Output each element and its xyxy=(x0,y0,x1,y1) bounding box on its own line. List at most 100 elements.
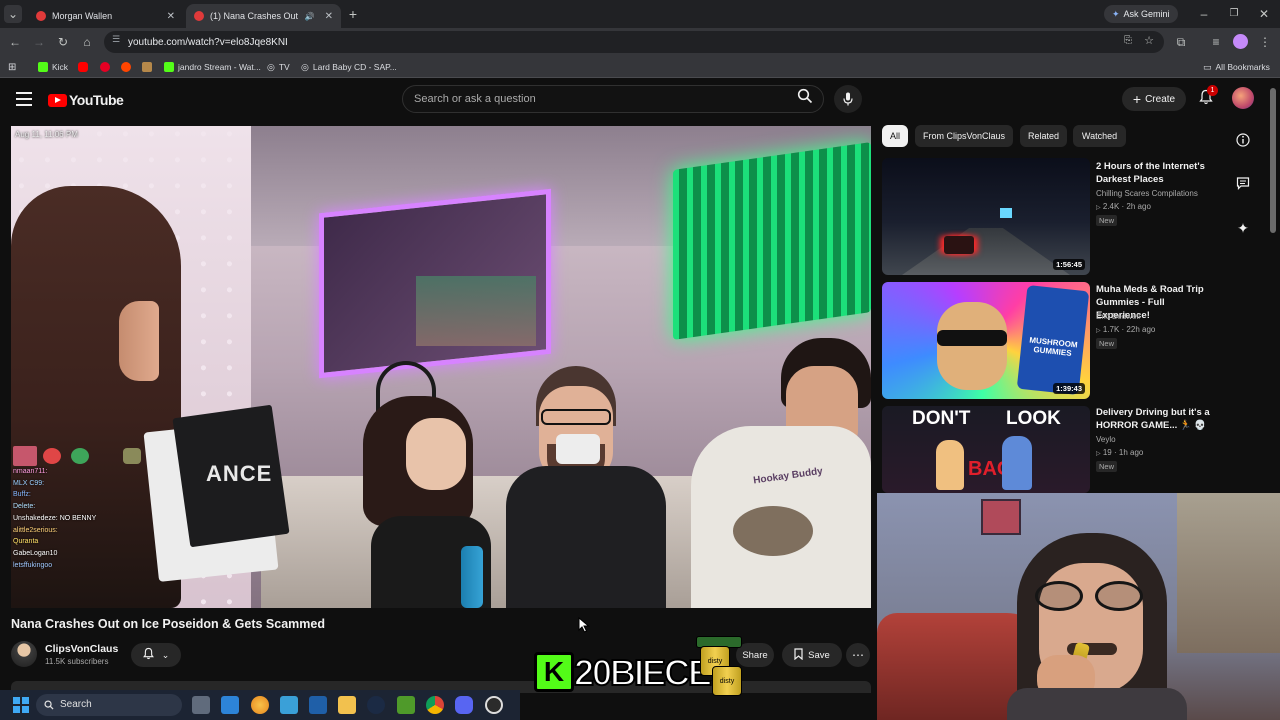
tab-nana-crashes[interactable]: (1) Nana Crashes Out on Ic 🔊 ✕ xyxy=(186,4,341,28)
sparkle-icon[interactable]: ✦ xyxy=(1234,219,1252,237)
account-avatar[interactable] xyxy=(1232,87,1254,109)
water-bottle xyxy=(461,546,483,608)
chip-watched[interactable]: Watched xyxy=(1073,125,1126,147)
youtube-logo[interactable]: YouTube xyxy=(48,92,124,108)
back-icon[interactable]: ← xyxy=(6,33,24,51)
speaker-icon[interactable]: 🔊 xyxy=(305,12,315,21)
video-player[interactable]: ANCE Hookay Buddy Aug 11, 11:06 PM nmaan… xyxy=(11,126,871,608)
browser-menu-icon[interactable]: ⋮ xyxy=(1256,33,1274,51)
all-bookmarks[interactable]: ▭ All Bookmarks xyxy=(1203,60,1270,74)
install-icon[interactable]: ⎘ xyxy=(1124,35,1132,46)
file-explorer-icon[interactable] xyxy=(338,696,356,714)
discord-icon[interactable] xyxy=(455,696,473,714)
recommendation-thumbnail[interactable]: DON'T LOOK BACK xyxy=(882,406,1090,493)
steam-icon[interactable] xyxy=(367,696,385,714)
search-icon[interactable] xyxy=(793,87,817,111)
bookmark-star-icon[interactable]: ☆ xyxy=(1144,34,1154,47)
recommendation-channel[interactable]: Chilling Scares Compilations xyxy=(1096,187,1198,200)
recommendation-thumbnail[interactable]: MUSHROOM GUMMIES 1:39:43 xyxy=(882,282,1090,399)
photos-icon[interactable] xyxy=(280,696,298,714)
chat-line: MLX C99: xyxy=(13,479,45,487)
thumbnail-person-face xyxy=(937,302,1007,390)
bookmark-kick[interactable]: Kick xyxy=(38,60,68,74)
play-count-icon: ▷ xyxy=(1096,205,1101,211)
bookmark-jandro[interactable]: jandro Stream - Wat... xyxy=(164,60,261,74)
chat-icon[interactable] xyxy=(1234,176,1252,194)
tab-morgan-wallen[interactable]: Morgan Wallen ✕ xyxy=(28,4,183,28)
road-sign xyxy=(1000,208,1012,218)
widgets-icon[interactable] xyxy=(221,696,239,714)
media-control-icon[interactable]: ≡ xyxy=(1207,33,1225,51)
bookmark-lard-baby[interactable]: ◎ Lard Baby CD - SAP... xyxy=(301,60,397,74)
edge-icon[interactable] xyxy=(251,696,269,714)
ask-gemini-label: Ask Gemini xyxy=(1123,9,1170,19)
thumbnail-figure-left xyxy=(936,440,964,490)
thumbnail-figure-right xyxy=(1002,436,1032,490)
microphone-icon[interactable] xyxy=(834,85,862,113)
recommendation-channel[interactable]: Veylo xyxy=(1096,433,1116,446)
globe-icon: ◎ xyxy=(301,61,309,72)
tab-list-chevron-icon[interactable]: ⌄ xyxy=(4,5,22,23)
person-foreground-face xyxy=(119,301,159,381)
restore-icon[interactable]: ❐ xyxy=(1225,5,1243,23)
more-actions-icon[interactable]: ⋯ xyxy=(846,643,870,667)
address-bar[interactable]: ☰ youtube.com/watch?v=elo8Jqe8KNI ⎘ ☆ xyxy=(104,31,1164,53)
close-tab-icon[interactable]: ✕ xyxy=(167,11,175,22)
forward-icon[interactable]: → xyxy=(30,33,48,51)
task-view-icon[interactable] xyxy=(192,696,210,714)
reload-icon[interactable]: ↻ xyxy=(54,33,72,51)
extensions-icon[interactable]: ⧉ xyxy=(1172,33,1190,51)
scrollbar[interactable] xyxy=(1270,88,1276,233)
site-info-icon[interactable]: ☰ xyxy=(112,34,120,45)
bookmark-tv[interactable]: ◎ TV xyxy=(267,60,290,74)
car-taillights xyxy=(944,236,974,254)
chat-line: GabeLogan10 xyxy=(13,549,58,557)
bookmark-reddit[interactable] xyxy=(121,60,131,74)
streamer-webcam-overlay xyxy=(877,493,1280,720)
subscription-bell-button[interactable]: ⌄ xyxy=(131,643,181,667)
recommendation-meta: ▷ 2.4K · 2h ago xyxy=(1096,200,1151,215)
window-close-icon[interactable]: ✕ xyxy=(1255,5,1273,23)
apps-icon[interactable]: ⊞ xyxy=(8,60,16,74)
chip-related[interactable]: Related xyxy=(1020,125,1067,147)
recommendation-thumbnail[interactable]: 1:56:45 xyxy=(882,158,1090,275)
recommendation-channel[interactable]: Eric Bedwell xyxy=(1096,310,1140,323)
ask-gemini-button[interactable]: ✦ Ask Gemini xyxy=(1104,5,1178,23)
chrome-icon[interactable] xyxy=(426,696,444,714)
create-button[interactable]: + Create xyxy=(1122,87,1186,111)
new-tab-icon[interactable]: + xyxy=(344,5,362,23)
chat-line: Quranta xyxy=(13,538,39,546)
bookmark-image[interactable] xyxy=(142,60,152,74)
overlay-timestamp: Aug 11, 11:06 PM xyxy=(15,130,78,139)
thumbnail-text-look: LOOK xyxy=(1006,408,1061,429)
minecraft-icon[interactable] xyxy=(397,696,415,714)
taskbar-search[interactable]: Search xyxy=(36,694,182,716)
recommendation-title[interactable]: 2 Hours of the Internet's Darkest Places xyxy=(1096,160,1221,186)
bookmark-pinterest[interactable] xyxy=(100,60,110,74)
kick-logo-icon: K xyxy=(534,652,574,692)
chip-all[interactable]: All xyxy=(882,125,908,147)
person-glasses-frames xyxy=(541,409,611,425)
recommendation-title[interactable]: Delivery Driving but it's a HORROR GAME.… xyxy=(1096,406,1221,432)
dashcam-road xyxy=(902,228,1070,275)
channel-avatar[interactable] xyxy=(11,641,37,667)
windows-start-icon[interactable] xyxy=(13,697,29,713)
bookmark-youtube[interactable] xyxy=(78,60,88,74)
hamburger-menu-icon[interactable] xyxy=(16,92,32,106)
save-button[interactable]: Save xyxy=(782,643,842,667)
minimize-icon[interactable]: – xyxy=(1195,5,1213,23)
info-icon[interactable] xyxy=(1234,133,1252,151)
bookmark-label: Lard Baby CD - SAP... xyxy=(312,62,397,72)
notifications-bell-icon[interactable]: 1 xyxy=(1196,85,1218,109)
youtube-logo-text: YouTube xyxy=(69,92,124,108)
profile-avatar[interactable] xyxy=(1233,34,1248,49)
chip-from-channel[interactable]: From ClipsVonClaus xyxy=(915,125,1013,147)
globe-icon: ◎ xyxy=(267,61,275,72)
shirt-graphic xyxy=(733,506,813,556)
calculator-icon[interactable] xyxy=(309,696,327,714)
obs-icon[interactable] xyxy=(485,696,503,714)
home-icon[interactable]: ⌂ xyxy=(78,33,96,51)
channel-name[interactable]: ClipsVonClaus xyxy=(45,643,118,655)
search-input[interactable]: Search or ask a question xyxy=(402,85,824,113)
close-tab-icon[interactable]: ✕ xyxy=(325,11,333,22)
